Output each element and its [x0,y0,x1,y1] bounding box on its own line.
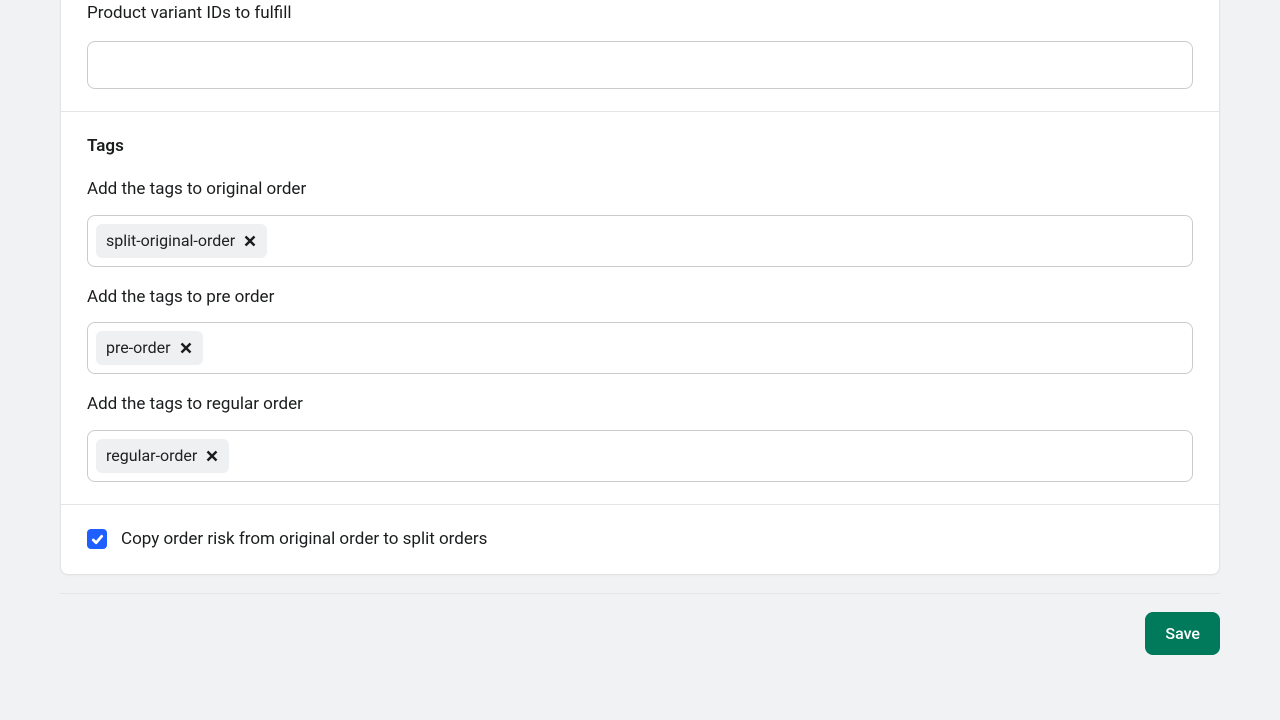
tag-text: regular-order [106,444,197,468]
tag-chip: regular-order [96,439,229,473]
check-icon [91,533,104,546]
original-order-tags-input[interactable]: split-original-order [87,215,1193,267]
tags-section-title: Tags [87,134,1193,160]
regular-order-tags-input[interactable]: regular-order [87,430,1193,482]
copy-risk-row[interactable]: Copy order risk from original order to s… [87,527,1193,553]
copy-risk-label: Copy order risk from original order to s… [121,527,487,553]
preorder-tags-label: Add the tags to pre order [87,285,1193,311]
close-icon [206,450,218,462]
variant-ids-label: Product variant IDs to fulfill [87,1,1193,27]
tag-chip: split-original-order [96,224,267,258]
tags-section: Tags Add the tags to original order spli… [61,111,1219,504]
tag-text: pre-order [106,336,171,360]
close-icon [180,342,192,354]
remove-tag-button[interactable] [177,339,195,357]
variant-ids-section: Product variant IDs to fulfill [61,0,1219,111]
save-button[interactable]: Save [1145,612,1220,655]
remove-tag-button[interactable] [241,232,259,250]
settings-card: Product variant IDs to fulfill Tags Add … [60,0,1220,575]
close-icon [244,235,256,247]
footer-actions: Save [60,593,1220,655]
variant-ids-input[interactable] [87,41,1193,89]
tag-text: split-original-order [106,229,235,253]
copy-risk-checkbox[interactable] [87,529,107,549]
original-order-tags-label: Add the tags to original order [87,177,1193,203]
remove-tag-button[interactable] [203,447,221,465]
tag-chip: pre-order [96,331,203,365]
copy-risk-section: Copy order risk from original order to s… [61,504,1219,575]
regular-order-tags-label: Add the tags to regular order [87,392,1193,418]
preorder-tags-input[interactable]: pre-order [87,322,1193,374]
